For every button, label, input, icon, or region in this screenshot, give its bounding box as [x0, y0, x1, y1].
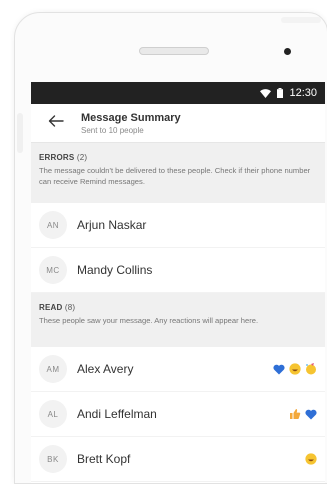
arrow-left-icon	[48, 114, 64, 132]
reactions	[272, 363, 317, 376]
person-name: Arjun Naskar	[77, 218, 147, 232]
person-name: Alex Avery	[77, 362, 134, 376]
reactions	[288, 408, 317, 421]
blue-heart-icon	[304, 408, 317, 421]
page-subtitle: Sent to 10 people	[81, 125, 144, 135]
party-face-icon	[304, 363, 317, 376]
list-item[interactable]: AN Arjun Naskar	[31, 203, 325, 248]
earpiece-speaker	[139, 47, 209, 55]
phone-frame: 12:30 Message Summary Sent to 10 people …	[14, 12, 327, 484]
power-button	[281, 17, 321, 23]
status-time: 12:30	[289, 87, 317, 99]
battery-icon	[277, 88, 284, 98]
errors-count: (2)	[76, 153, 88, 162]
app-bar: Message Summary Sent to 10 people	[31, 104, 325, 143]
reactions	[304, 453, 317, 466]
list-item[interactable]: BK Brett Kopf	[31, 437, 325, 482]
list-item[interactable]: MC Mandy Collins	[31, 248, 325, 293]
errors-label: ERRORS	[39, 153, 75, 162]
page-title: Message Summary	[81, 111, 181, 124]
thumbs-up-icon	[288, 408, 301, 421]
back-button[interactable]	[31, 114, 81, 132]
avatar: AM	[39, 355, 67, 383]
avatar: BK	[39, 445, 67, 473]
grinning-face-icon	[304, 453, 317, 466]
list-item[interactable]: AM Alex Avery	[31, 347, 325, 392]
errors-section-header: ERRORS (2) The message couldn't be deliv…	[31, 143, 325, 203]
errors-description: The message couldn't be delivered to the…	[39, 166, 311, 186]
status-bar: 12:30	[31, 82, 325, 104]
grinning-face-icon	[288, 363, 301, 376]
blue-heart-icon	[272, 363, 285, 376]
read-count: (8)	[64, 303, 76, 312]
read-section-header: READ (8) These people saw your message. …	[31, 293, 325, 347]
screen: 12:30 Message Summary Sent to 10 people …	[31, 82, 325, 483]
volume-button	[17, 113, 23, 153]
person-name: Mandy Collins	[77, 263, 153, 277]
wifi-icon	[260, 88, 272, 98]
avatar: AN	[39, 211, 67, 239]
list-item[interactable]: AL Andi Leffelman	[31, 392, 325, 437]
avatar: MC	[39, 256, 67, 284]
read-description: These people saw your message. Any react…	[39, 316, 259, 325]
person-name: Andi Leffelman	[77, 407, 157, 421]
person-name: Brett Kopf	[77, 452, 131, 466]
avatar: AL	[39, 400, 67, 428]
front-camera	[284, 48, 291, 55]
read-label: READ	[39, 303, 63, 312]
